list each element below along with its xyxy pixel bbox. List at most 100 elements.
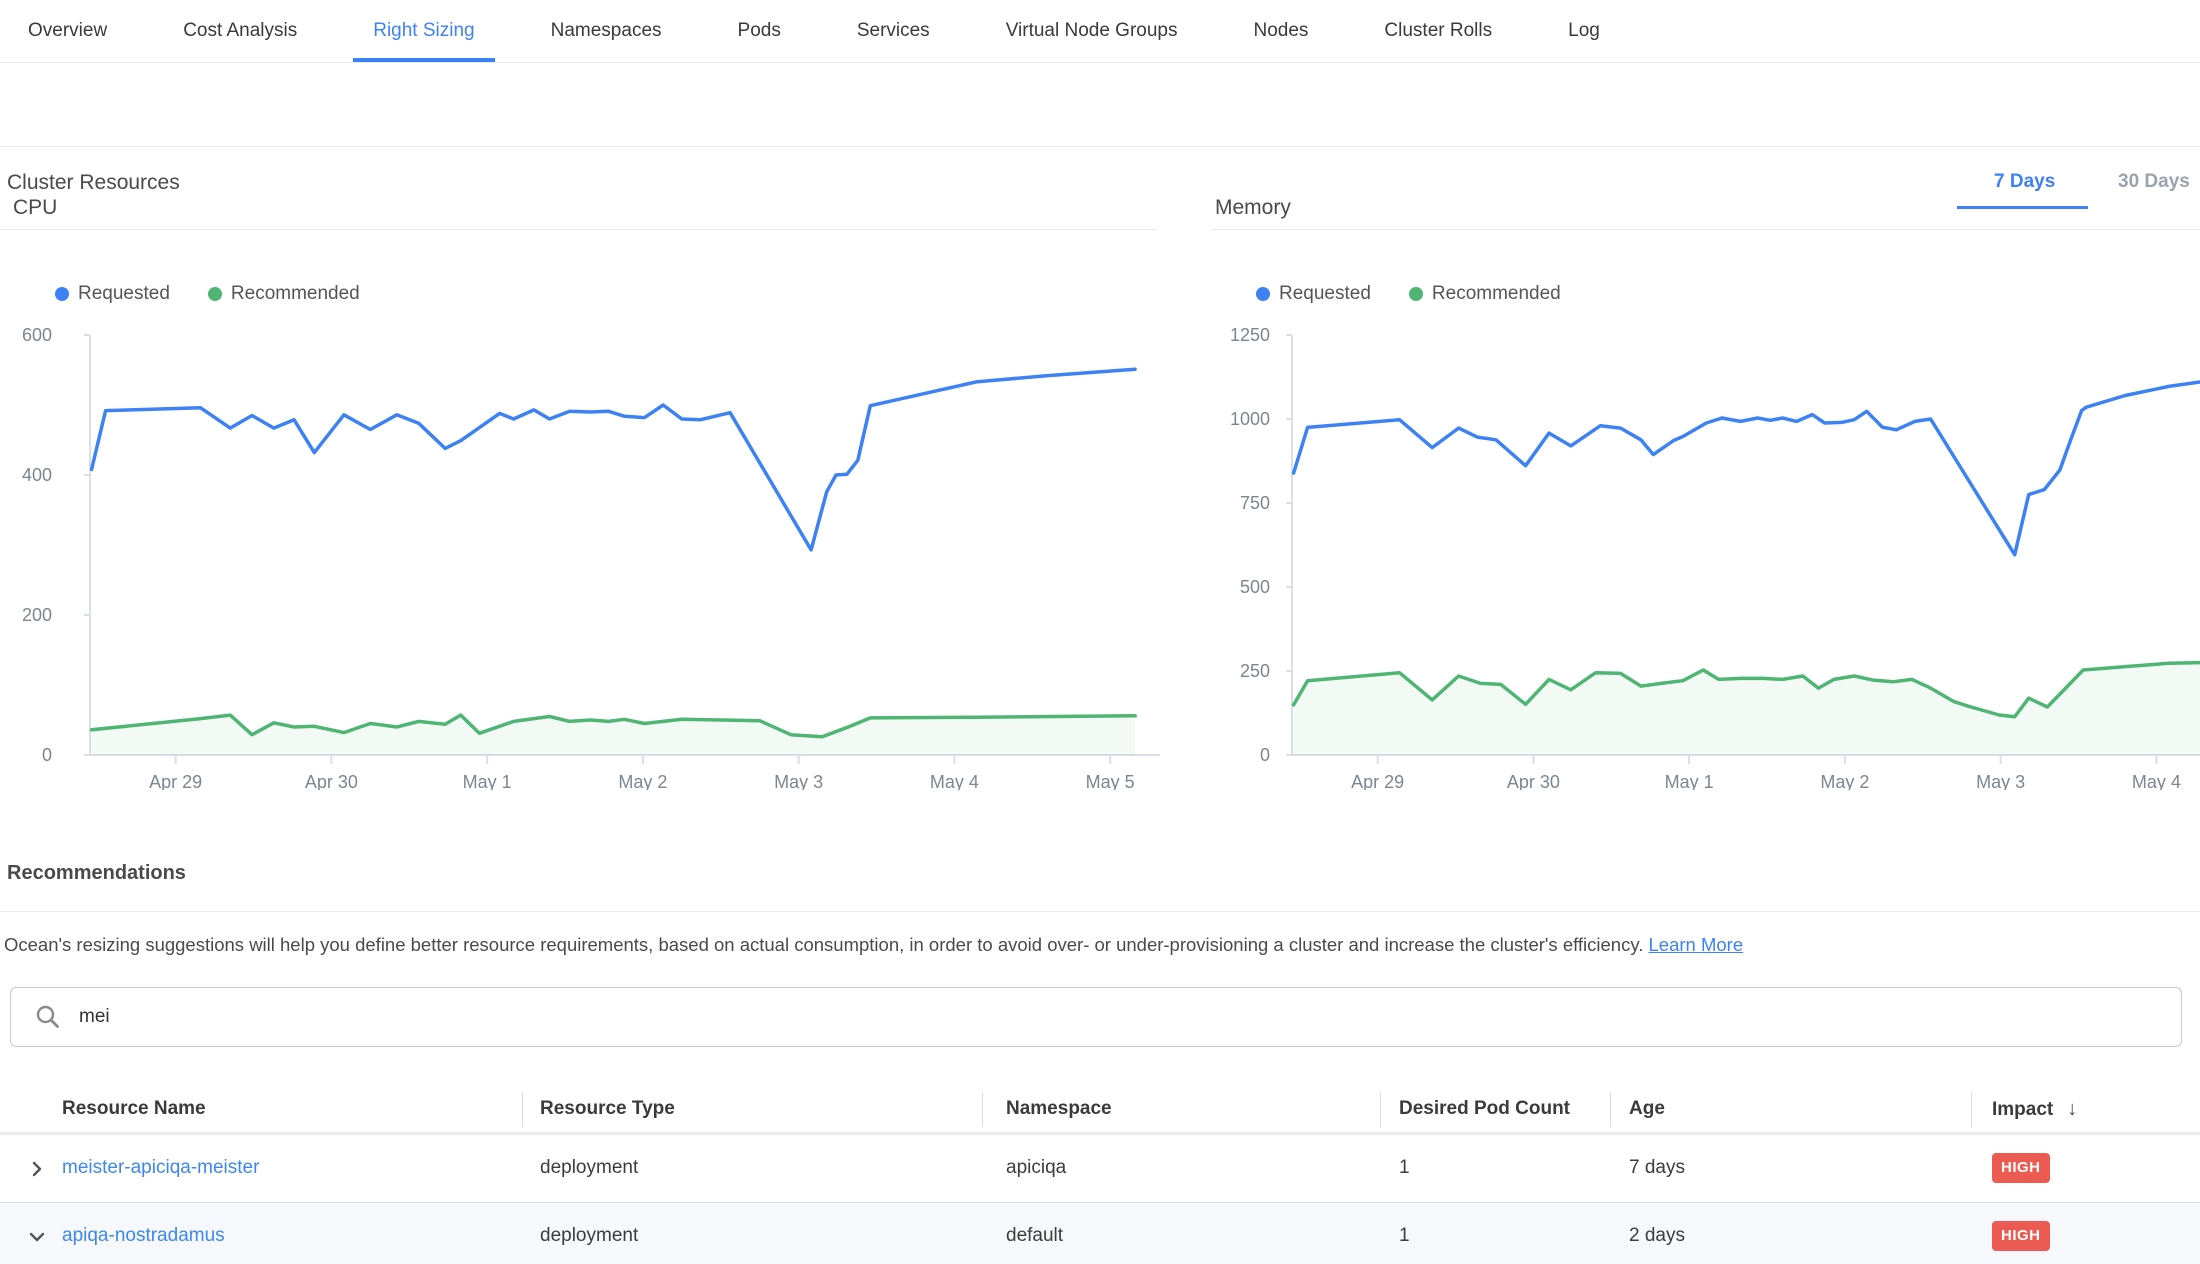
x-tick-label: May 3: [774, 772, 823, 790]
tab-cost-analysis[interactable]: Cost Analysis: [163, 0, 317, 62]
x-tick-label: May 4: [2132, 772, 2181, 790]
chevron-down-icon[interactable]: [27, 1227, 47, 1252]
y-tick-label: 600: [22, 325, 52, 345]
tab-nodes[interactable]: Nodes: [1234, 0, 1329, 62]
desired-pod-count-cell: 1: [1399, 1157, 1410, 1179]
desired-pod-count-cell: 1: [1399, 1225, 1410, 1247]
search-icon: [35, 1004, 61, 1030]
cpu-axes: [90, 335, 1160, 755]
column-separator: [1380, 1093, 1381, 1127]
recommended-area: [1294, 663, 2200, 755]
y-tick-label: 1250: [1230, 325, 1270, 345]
namespace-cell: apiciqa: [1006, 1157, 1066, 1179]
range-toggle-30-days[interactable]: 30 Days: [2118, 171, 2190, 193]
y-tick-label: 500: [1240, 577, 1270, 597]
active-range-underline: [1957, 206, 2088, 209]
tab-overview[interactable]: Overview: [8, 0, 127, 62]
memory-title-rule: [1212, 229, 2200, 230]
recommendations-heading: Recommendations: [7, 862, 186, 885]
tab-pods[interactable]: Pods: [718, 0, 801, 62]
x-tick-label: May 4: [930, 772, 979, 790]
memory-chart-title: Memory: [1215, 196, 1291, 220]
x-tick-label: Apr 30: [1507, 772, 1560, 790]
legend-label: Requested: [78, 283, 170, 305]
age-cell: 7 days: [1629, 1157, 1685, 1179]
tab-log[interactable]: Log: [1548, 0, 1620, 62]
tab-namespaces[interactable]: Namespaces: [531, 0, 682, 62]
y-tick-label: 250: [1240, 661, 1270, 681]
requested-line: [1294, 382, 2200, 555]
x-tick-label: Apr 29: [1351, 772, 1404, 790]
column-separator: [982, 1093, 983, 1127]
legend-dot-requested: [1256, 287, 1270, 301]
column-separator: [1610, 1093, 1611, 1127]
column-header-namespace[interactable]: Namespace: [1006, 1098, 1112, 1120]
legend-item-recommended[interactable]: Recommended: [208, 283, 360, 305]
namespace-cell: default: [1006, 1225, 1063, 1247]
recommendations-divider: [0, 911, 2200, 912]
legend-item-requested[interactable]: Requested: [1256, 283, 1371, 305]
memory-line-chart: 0 250 500 750 1000 1250 Apr 29 Apr 30 May 1 May 2…: [1190, 320, 2200, 790]
tab-services[interactable]: Services: [837, 0, 950, 62]
column-header-resource-type[interactable]: Resource Type: [540, 1098, 675, 1120]
resource-type-cell: deployment: [540, 1225, 638, 1247]
cpu-title-rule: [0, 229, 1157, 230]
cpu-line-chart: 0 200 400 600 Apr 29 Apr 30 May 1 May 2 May 3 May…: [0, 320, 1170, 790]
y-tick-label: 1000: [1230, 409, 1270, 429]
requested-line: [92, 369, 1136, 550]
column-separator: [522, 1093, 523, 1127]
impact-badge: HIGH: [1992, 1153, 2050, 1183]
resource-type-cell: deployment: [540, 1157, 638, 1179]
y-tick-label: 400: [22, 465, 52, 485]
impact-badge: HIGH: [1992, 1221, 2050, 1251]
legend-item-requested[interactable]: Requested: [55, 283, 170, 305]
x-tick-label: May 5: [1086, 772, 1135, 790]
cpu-chart-title: CPU: [13, 196, 57, 220]
search-box: [10, 987, 2182, 1047]
table-header: Resource Name Resource Type Namespace Desir…: [0, 1087, 2200, 1135]
column-header-desired-pod-count[interactable]: Desired Pod Count: [1399, 1098, 1570, 1120]
column-separator: [1971, 1093, 1972, 1127]
learn-more-link[interactable]: Learn More: [1649, 934, 1744, 955]
resource-name-link[interactable]: apiqa-nostradamus: [62, 1225, 225, 1247]
recommendations-description-text: Ocean's resizing suggestions will help y…: [4, 934, 1643, 955]
column-header-age[interactable]: Age: [1629, 1098, 1665, 1120]
age-cell: 2 days: [1629, 1225, 1685, 1247]
legend-dot-recommended: [1409, 287, 1423, 301]
table-row[interactable]: apiqa-nostradamus deployment default 1 2 day…: [0, 1203, 2200, 1264]
x-tick-label: Apr 30: [305, 772, 358, 790]
column-header-resource-name[interactable]: Resource Name: [62, 1098, 206, 1120]
table-row[interactable]: meister-apiciqa-meister deployment apiciqa…: [0, 1135, 2200, 1203]
x-tick-label: May 1: [463, 772, 512, 790]
range-toggle-7-days[interactable]: 7 Days: [1994, 171, 2055, 193]
tab-virtual-node-groups[interactable]: Virtual Node Groups: [986, 0, 1198, 62]
legend-item-recommended[interactable]: Recommended: [1409, 283, 1561, 305]
legend-label: Recommended: [231, 283, 360, 305]
x-tick-label: May 2: [1820, 772, 1869, 790]
legend-dot-requested: [55, 287, 69, 301]
legend-dot-recommended: [208, 287, 222, 301]
x-tick-label: May 3: [1976, 772, 2025, 790]
sort-desc-icon[interactable]: ↓: [2067, 1098, 2077, 1120]
chevron-right-icon[interactable]: [27, 1159, 47, 1184]
y-tick-label: 0: [1260, 745, 1270, 765]
legend-label: Recommended: [1432, 283, 1561, 305]
y-tick-label: 200: [22, 605, 52, 625]
section-title: Cluster Resources: [7, 171, 180, 195]
tab-bar: Overview Cost Analysis Right Sizing Namespa…: [0, 0, 2200, 63]
search-input[interactable]: [77, 1005, 2181, 1029]
cluster-resources-header: Cluster Resources 7 Days 30 Days: [0, 63, 2200, 147]
memory-legend: Requested Recommended: [1256, 283, 1561, 305]
tab-cluster-rolls[interactable]: Cluster Rolls: [1364, 0, 1512, 62]
y-tick-label: 0: [42, 745, 52, 765]
y-tick-label: 750: [1240, 493, 1270, 513]
x-tick-label: May 1: [1665, 772, 1714, 790]
x-tick-label: Apr 29: [149, 772, 202, 790]
legend-label: Requested: [1279, 283, 1371, 305]
resource-name-link[interactable]: meister-apiciqa-meister: [62, 1157, 259, 1179]
x-tick-label: May 2: [618, 772, 667, 790]
tab-right-sizing[interactable]: Right Sizing: [353, 0, 494, 62]
column-header-impact[interactable]: Impact↓: [1992, 1098, 2077, 1121]
cpu-legend: Requested Recommended: [55, 283, 360, 305]
recommendations-description: Ocean's resizing suggestions will help y…: [4, 934, 1743, 956]
